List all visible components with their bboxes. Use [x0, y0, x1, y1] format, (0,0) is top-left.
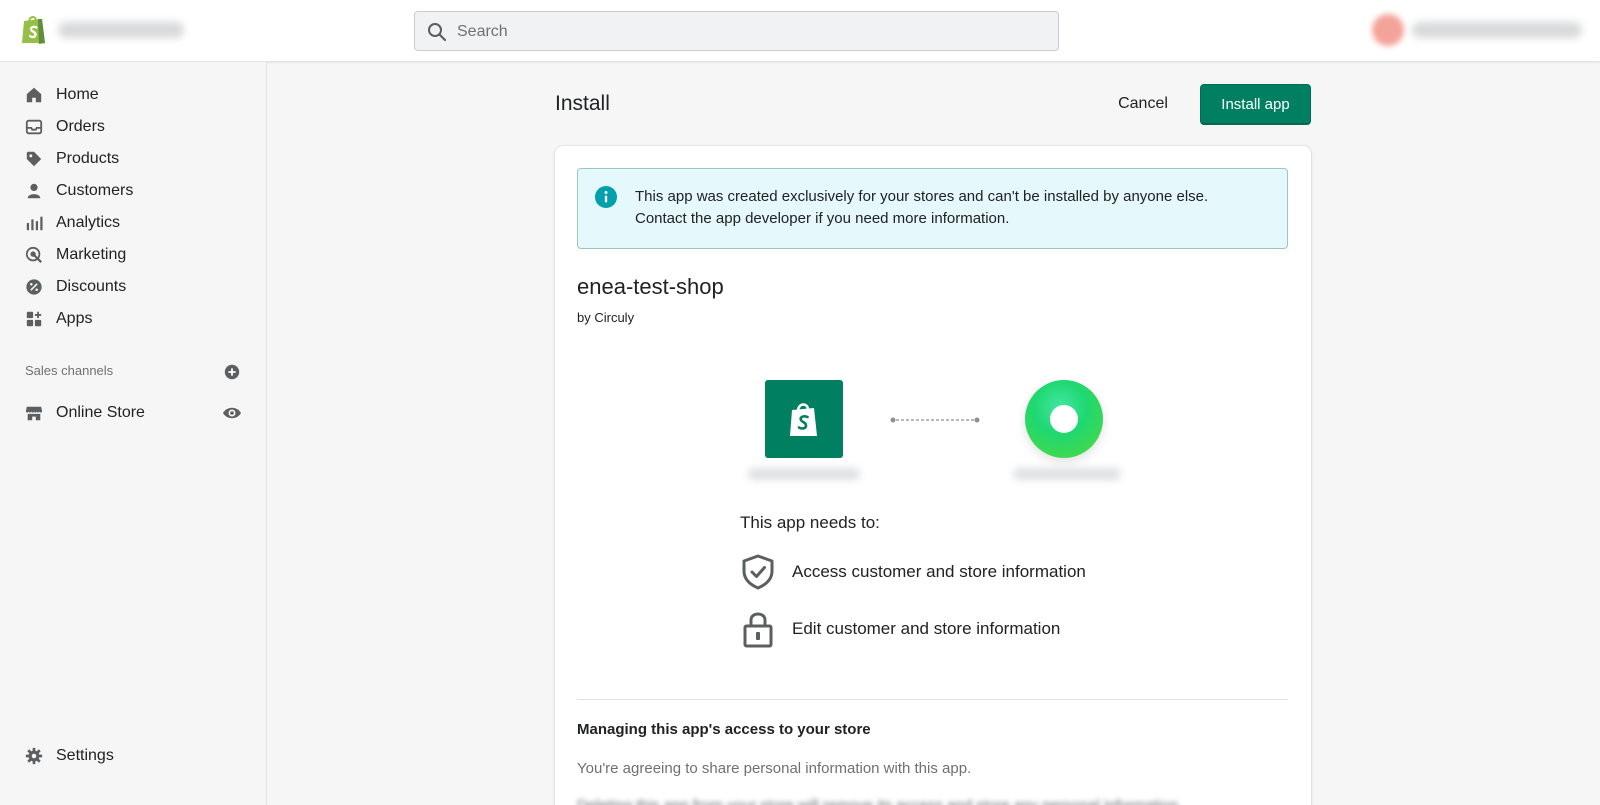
cancel-button[interactable]: Cancel	[1103, 84, 1183, 124]
permission-label: Access customer and store information	[792, 562, 1086, 581]
app-label	[1013, 468, 1121, 480]
gear-icon	[24, 746, 44, 766]
search-bar[interactable]: Search	[414, 11, 1059, 51]
target-icon	[24, 245, 44, 265]
info-icon	[595, 186, 617, 208]
shopify-bag-icon	[790, 403, 817, 436]
sidebar-item-products[interactable]: Products	[16, 144, 252, 174]
install-card: This app was created exclusively for you…	[555, 146, 1311, 805]
permission-item: Edit customer and store information	[740, 611, 1061, 648]
add-circle-icon[interactable]	[223, 363, 241, 381]
sidebar: Home Orders Products Customers Analytics…	[0, 62, 267, 805]
sidebar-item-discounts[interactable]: Discounts	[16, 272, 252, 302]
shopify-logo-icon[interactable]	[20, 13, 48, 45]
banner-line-1: This app was created exclusively for you…	[635, 188, 1209, 205]
top-bar: Search	[0, 0, 1600, 62]
sidebar-item-analytics[interactable]: Analytics	[16, 208, 252, 238]
home-icon	[24, 85, 44, 105]
info-banner: This app was created exclusively for you…	[577, 168, 1288, 249]
shopify-store-tile	[765, 380, 843, 458]
sidebar-item-label: Customers	[56, 182, 134, 199]
apps-icon	[24, 309, 44, 329]
orders-icon	[24, 117, 44, 137]
app-name: enea-test-shop	[577, 274, 724, 299]
bar-chart-icon	[24, 213, 44, 233]
sidebar-item-label: Settings	[56, 747, 114, 764]
management-text: You're agreeing to share personal inform…	[577, 760, 972, 777]
sidebar-item-label: Online Store	[56, 404, 145, 421]
avatar[interactable]	[1372, 14, 1404, 46]
sidebar-item-label: Analytics	[56, 214, 121, 231]
page-title: Install	[555, 92, 610, 115]
sidebar-item-online-store[interactable]: Online Store	[16, 398, 252, 428]
person-icon	[24, 181, 44, 201]
user-name[interactable]	[1412, 22, 1582, 38]
store-label	[748, 468, 860, 480]
sidebar-item-home[interactable]: Home	[16, 80, 252, 110]
management-text-secondary: Deleting this app from your store will r…	[577, 797, 1178, 805]
connection-line	[890, 417, 980, 423]
sidebar-item-label: Discounts	[56, 278, 127, 295]
permission-label: Edit customer and store information	[792, 619, 1061, 638]
sidebar-item-label: Home	[56, 86, 99, 103]
eye-icon[interactable]	[222, 405, 242, 421]
permission-item: Access customer and store information	[740, 554, 1086, 590]
sales-channels-title: Sales channels	[25, 363, 114, 378]
discount-icon	[24, 277, 44, 297]
store-icon	[24, 403, 44, 423]
search-placeholder: Search	[457, 23, 508, 40]
sidebar-item-customers[interactable]: Customers	[16, 176, 252, 206]
tag-icon	[24, 149, 44, 169]
permissions-title: This app needs to:	[740, 513, 880, 532]
sidebar-item-label: Products	[56, 150, 120, 167]
store-name[interactable]	[58, 22, 184, 38]
shield-check-icon	[740, 554, 776, 590]
divider	[577, 699, 1288, 700]
app-developer: by Circuly	[577, 310, 635, 325]
sidebar-item-marketing[interactable]: Marketing	[16, 240, 252, 270]
install-app-button[interactable]: Install app	[1200, 84, 1311, 125]
sidebar-item-label: Apps	[56, 310, 93, 327]
sidebar-item-label: Orders	[56, 118, 105, 135]
sidebar-item-settings[interactable]: Settings	[16, 741, 252, 771]
search-icon	[428, 23, 447, 42]
banner-line-2: Contact the app developer if you need mo…	[635, 210, 1010, 227]
circuly-app-logo	[1025, 380, 1103, 458]
management-title: Managing this app's access to your store	[577, 721, 871, 738]
sidebar-item-apps[interactable]: Apps	[16, 304, 252, 334]
sidebar-item-orders[interactable]: Orders	[16, 112, 252, 142]
lock-icon	[740, 611, 776, 648]
sidebar-item-label: Marketing	[56, 246, 127, 263]
